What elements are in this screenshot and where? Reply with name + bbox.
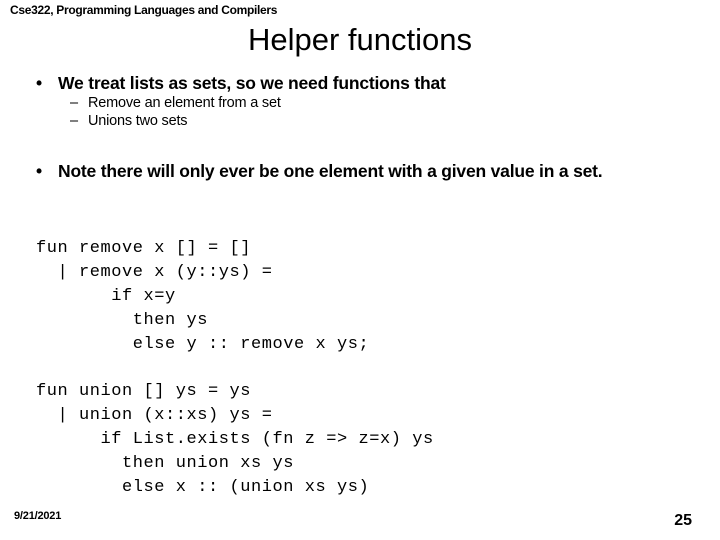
bullet-dash-icon: –	[70, 113, 78, 129]
footer-date: 9/21/2021	[14, 510, 62, 522]
course-header: Cse322, Programming Languages and Compil…	[10, 3, 278, 17]
slide-body: • We treat lists as sets, so we need fun…	[0, 72, 720, 182]
code-block-remove: fun remove x [] = [] | remove x (y::ys) …	[36, 239, 370, 354]
bullet-dash-icon: –	[70, 95, 78, 111]
bullet-item-label: Note there will only ever be one element…	[58, 161, 603, 181]
bullet-dot-icon: •	[36, 73, 42, 93]
bullet-item-label: We treat lists as sets, so we need funct…	[58, 73, 446, 93]
bullet-item-label: Remove an element from a set	[88, 95, 281, 111]
code-block-union: fun union [] ys = ys | union (x::xs) ys …	[36, 382, 434, 497]
bullet-item-primary: • Note there will only ever be one eleme…	[0, 160, 720, 182]
bullet-spacer	[0, 130, 720, 160]
footer-page-number: 25	[674, 512, 692, 529]
bullet-item-label: Unions two sets	[88, 113, 188, 129]
bullet-item-primary: • We treat lists as sets, so we need fun…	[0, 72, 720, 94]
bullet-dot-icon: •	[36, 161, 42, 181]
bullet-item-sub: – Unions two sets	[0, 112, 720, 130]
page-title: Helper functions	[247, 22, 472, 57]
bullet-item-sub: – Remove an element from a set	[0, 94, 720, 112]
